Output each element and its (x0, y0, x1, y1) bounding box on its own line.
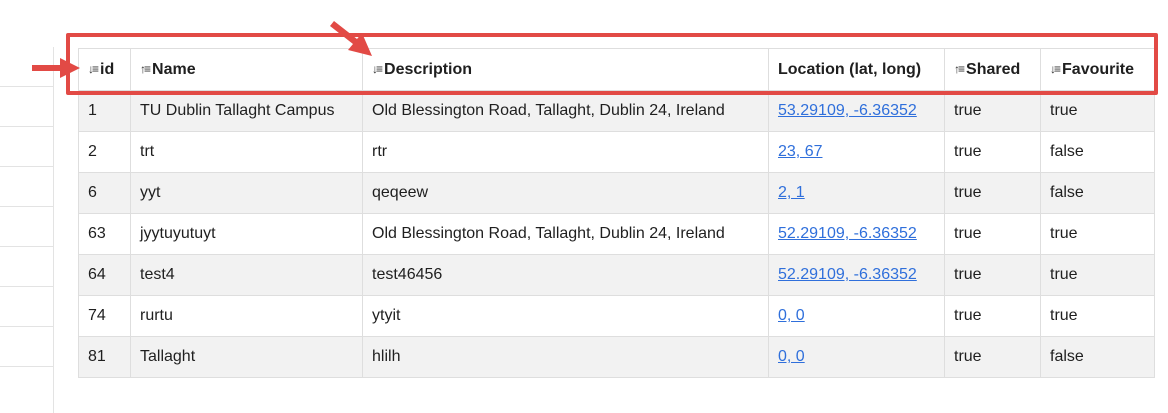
cell-name: TU Dublin Tallaght Campus (130, 90, 363, 132)
table-row[interactable]: 64 test4 test46456 52.29109, -6.36352 tr… (78, 254, 1155, 296)
cell-shared: true (944, 336, 1041, 378)
left-sidebar (0, 47, 54, 413)
table-row[interactable]: 2 trt rtr 23, 67 true false (78, 131, 1155, 173)
cell-id: 63 (78, 213, 131, 255)
cell-name: yyt (130, 172, 363, 214)
location-link[interactable]: 52.29109, -6.36352 (778, 225, 917, 242)
cell-description: Old Blessington Road, Tallaght, Dublin 2… (362, 90, 769, 132)
location-link[interactable]: 53.29109, -6.36352 (778, 102, 917, 119)
cell-id: 1 (78, 90, 131, 132)
cell-id: 2 (78, 131, 131, 173)
sidebar-row (0, 207, 53, 247)
sidebar-row (0, 287, 53, 327)
column-header-name[interactable]: ↑≡ Name (130, 48, 363, 91)
column-header-label: Shared (966, 60, 1021, 78)
table-row[interactable]: 81 Tallaght hlilh 0, 0 true false (78, 336, 1155, 378)
sidebar-row (0, 127, 53, 167)
cell-description: test46456 (362, 254, 769, 296)
column-header-label: Description (384, 60, 473, 78)
cell-shared: true (944, 254, 1041, 296)
page: ↓≡ id ↑≡ Name ↓≡ Description Location (lat,… (0, 0, 1168, 413)
cell-description: hlilh (362, 336, 769, 378)
table-header-row: ↓≡ id ↑≡ Name ↓≡ Description Location (lat,… (78, 48, 1155, 91)
column-header-label: Name (152, 60, 196, 78)
column-header-favourite[interactable]: ↓≡ Favourite (1040, 48, 1155, 91)
location-link[interactable]: 23, 67 (778, 143, 822, 160)
cell-favourite: true (1040, 254, 1155, 296)
sort-desc-icon[interactable]: ↓≡ (88, 62, 99, 76)
table-row[interactable]: 63 jyytuyutuyt Old Blessington Road, Tal… (78, 213, 1155, 255)
cell-shared: true (944, 131, 1041, 173)
sort-asc-icon[interactable]: ↑≡ (954, 62, 965, 76)
sidebar-row (0, 327, 53, 367)
column-header-id[interactable]: ↓≡ id (78, 48, 131, 91)
cell-shared: true (944, 90, 1041, 132)
cell-favourite: false (1040, 172, 1155, 214)
cell-description: rtr (362, 131, 769, 173)
cell-location: 0, 0 (768, 295, 945, 337)
cell-favourite: false (1040, 131, 1155, 173)
cell-id: 81 (78, 336, 131, 378)
cell-favourite: true (1040, 295, 1155, 337)
table-row[interactable]: 6 yyt qeqeew 2, 1 true false (78, 172, 1155, 214)
cell-name: jyytuyutuyt (130, 213, 363, 255)
cell-name: test4 (130, 254, 363, 296)
column-header-label: Location (lat, long) (778, 60, 922, 78)
sidebar-row (0, 47, 53, 87)
sidebar-row (0, 247, 53, 287)
cell-description: Old Blessington Road, Tallaght, Dublin 2… (362, 213, 769, 255)
location-link[interactable]: 0, 0 (778, 348, 805, 365)
cell-favourite: true (1040, 213, 1155, 255)
cell-location: 52.29109, -6.36352 (768, 213, 945, 255)
cell-name: Tallaght (130, 336, 363, 378)
cell-id: 64 (78, 254, 131, 296)
cell-shared: true (944, 295, 1041, 337)
cell-name: rurtu (130, 295, 363, 337)
column-header-label: id (100, 60, 115, 78)
sidebar-row (0, 87, 53, 127)
column-header-shared[interactable]: ↑≡ Shared (944, 48, 1041, 91)
cell-location: 23, 67 (768, 131, 945, 173)
cell-id: 6 (78, 172, 131, 214)
location-link[interactable]: 52.29109, -6.36352 (778, 266, 917, 283)
column-header-location[interactable]: Location (lat, long) (768, 48, 945, 91)
cell-location: 2, 1 (768, 172, 945, 214)
location-link[interactable]: 0, 0 (778, 307, 805, 324)
sidebar-row (0, 167, 53, 207)
table-row[interactable]: 1 TU Dublin Tallaght Campus Old Blessing… (78, 90, 1155, 132)
column-header-label: Favourite (1062, 60, 1135, 78)
cell-description: qeqeew (362, 172, 769, 214)
table-row[interactable]: 74 rurtu ytyit 0, 0 true true (78, 295, 1155, 337)
sort-asc-icon[interactable]: ↑≡ (140, 62, 151, 76)
locations-table: ↓≡ id ↑≡ Name ↓≡ Description Location (lat,… (78, 48, 1155, 378)
sort-desc-icon[interactable]: ↓≡ (1050, 62, 1061, 76)
cell-location: 53.29109, -6.36352 (768, 90, 945, 132)
cell-name: trt (130, 131, 363, 173)
cell-description: ytyit (362, 295, 769, 337)
column-header-description[interactable]: ↓≡ Description (362, 48, 769, 91)
sort-desc-icon[interactable]: ↓≡ (372, 62, 383, 76)
cell-favourite: false (1040, 336, 1155, 378)
cell-location: 0, 0 (768, 336, 945, 378)
cell-shared: true (944, 172, 1041, 214)
location-link[interactable]: 2, 1 (778, 184, 805, 201)
cell-location: 52.29109, -6.36352 (768, 254, 945, 296)
cell-favourite: true (1040, 90, 1155, 132)
cell-id: 74 (78, 295, 131, 337)
cell-shared: true (944, 213, 1041, 255)
